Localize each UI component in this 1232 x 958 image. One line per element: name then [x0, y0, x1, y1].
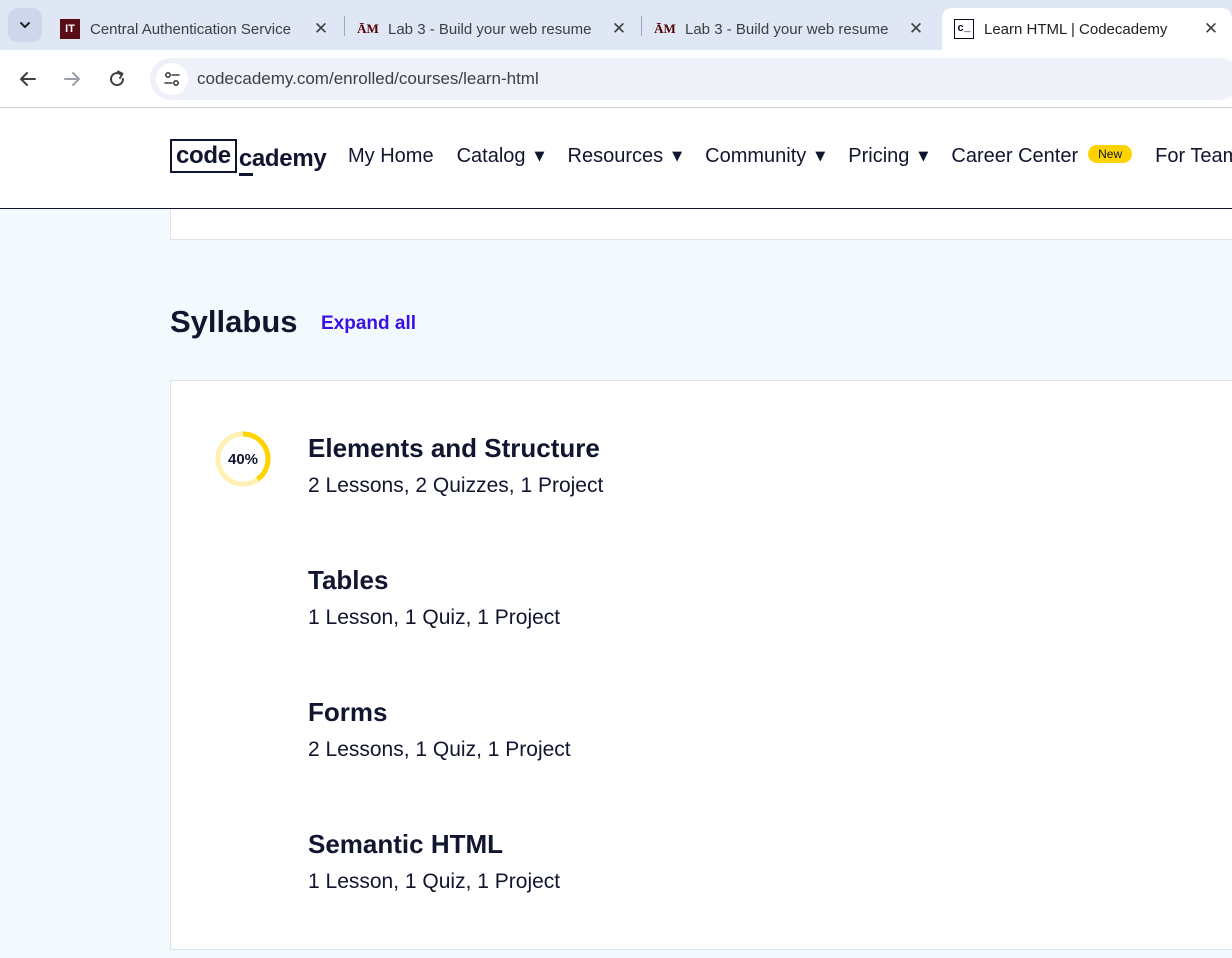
close-icon[interactable]: ✕	[312, 19, 330, 39]
module-item[interactable]: Tables 1 Lesson, 1 Quiz, 1 Project	[308, 565, 560, 630]
browser-tab[interactable]: ĀM Lab 3 - Build your web resume ✕	[346, 8, 640, 50]
site-header: code cademy My Home Catalog ▼ Resources ▼ …	[0, 109, 1232, 209]
tab-separator	[641, 16, 642, 36]
module-meta: 2 Lessons, 1 Quiz, 1 Project	[308, 738, 571, 761]
tab-separator	[344, 16, 345, 36]
codecademy-logo[interactable]: code cademy	[170, 139, 327, 176]
tab-title: Lab 3 - Build your web resume	[685, 20, 889, 38]
back-button[interactable]	[11, 62, 45, 96]
close-icon[interactable]: ✕	[907, 19, 925, 39]
tamu-favicon-icon: ĀM	[357, 21, 379, 36]
forward-arrow-icon	[64, 72, 80, 86]
it-favicon-icon: IT	[60, 19, 80, 39]
previous-section-card	[170, 209, 1232, 240]
logo-underscore	[238, 173, 253, 176]
caret-down-icon: ▼	[534, 149, 545, 164]
site-info-button[interactable]	[156, 63, 188, 95]
browser-tab-active[interactable]: c_ Learn HTML | Codecademy ✕	[942, 8, 1232, 50]
nav-career-center[interactable]: Career Center New	[951, 144, 1133, 168]
caret-down-icon: ▼	[672, 149, 683, 164]
module-item[interactable]: Forms 2 Lessons, 1 Quiz, 1 Project	[308, 697, 571, 762]
nav-pricing[interactable]: Pricing ▼	[848, 145, 928, 168]
forward-button[interactable]	[55, 62, 89, 96]
syllabus-heading: Syllabus	[170, 304, 298, 339]
url-text: codecademy.com/enrolled/courses/learn-ht…	[197, 69, 539, 88]
tab-title: Central Authentication Service	[90, 20, 291, 38]
address-bar[interactable]: codecademy.com/enrolled/courses/learn-ht…	[150, 58, 1232, 100]
nav-for-teams[interactable]: For Teams	[1155, 145, 1232, 168]
reload-icon	[110, 70, 125, 87]
module-meta: 1 Lesson, 1 Quiz, 1 Project	[308, 606, 561, 629]
caret-down-icon: ▼	[918, 149, 929, 164]
module-title: Elements and Structure	[308, 433, 600, 463]
nav-my-home[interactable]: My Home	[348, 145, 434, 168]
reload-button[interactable]	[100, 62, 134, 96]
module-item[interactable]: Semantic HTML 1 Lesson, 1 Quiz, 1 Projec…	[308, 829, 560, 894]
module-title: Tables	[308, 565, 389, 595]
module-title: Forms	[308, 697, 388, 727]
browser-tab[interactable]: ĀM Lab 3 - Build your web resume ✕	[643, 8, 937, 50]
browser-tab[interactable]: IT Central Authentication Service ✕	[48, 8, 342, 50]
progress-percent: 40%	[227, 450, 259, 468]
tab-title: Lab 3 - Build your web resume	[388, 20, 592, 38]
expand-all-button[interactable]: Expand all	[321, 313, 416, 335]
caret-down-icon: ▼	[815, 149, 826, 164]
new-badge: New	[1088, 144, 1133, 163]
nav-resources[interactable]: Resources ▼	[568, 145, 683, 168]
module-meta: 2 Lessons, 2 Quizzes, 1 Project	[308, 474, 604, 497]
main-nav: My Home Catalog ▼ Resources ▼ Community ▼ P…	[348, 144, 1232, 168]
nav-community[interactable]: Community ▼	[705, 145, 825, 168]
tab-title: Learn HTML | Codecademy	[984, 20, 1168, 38]
browser-tab-strip: IT Central Authentication Service ✕ ĀM L…	[0, 0, 1232, 50]
close-icon[interactable]: ✕	[610, 19, 628, 39]
logo-code-text: code	[170, 139, 237, 173]
syllabus-card: 40% Elements and Structure 2 Lessons, 2 …	[170, 380, 1232, 950]
back-arrow-icon	[20, 72, 36, 86]
browser-toolbar: codecademy.com/enrolled/courses/learn-ht…	[0, 50, 1232, 108]
tab-search-button[interactable]	[8, 8, 42, 42]
tamu-favicon-icon: ĀM	[654, 21, 676, 36]
close-icon[interactable]: ✕	[1202, 19, 1220, 39]
module-meta: 1 Lesson, 1 Quiz, 1 Project	[308, 870, 561, 893]
chevron-down-icon	[20, 22, 30, 28]
codecademy-favicon-icon: c_	[954, 19, 974, 39]
module-progress-ring: 40%	[215, 431, 271, 487]
nav-catalog[interactable]: Catalog ▼	[457, 145, 545, 168]
tune-icon	[164, 71, 180, 87]
logo-cademy-text: cademy	[238, 144, 327, 176]
module-title: Semantic HTML	[308, 829, 504, 859]
module-item[interactable]: Elements and Structure 2 Lessons, 2 Quiz…	[308, 433, 603, 498]
